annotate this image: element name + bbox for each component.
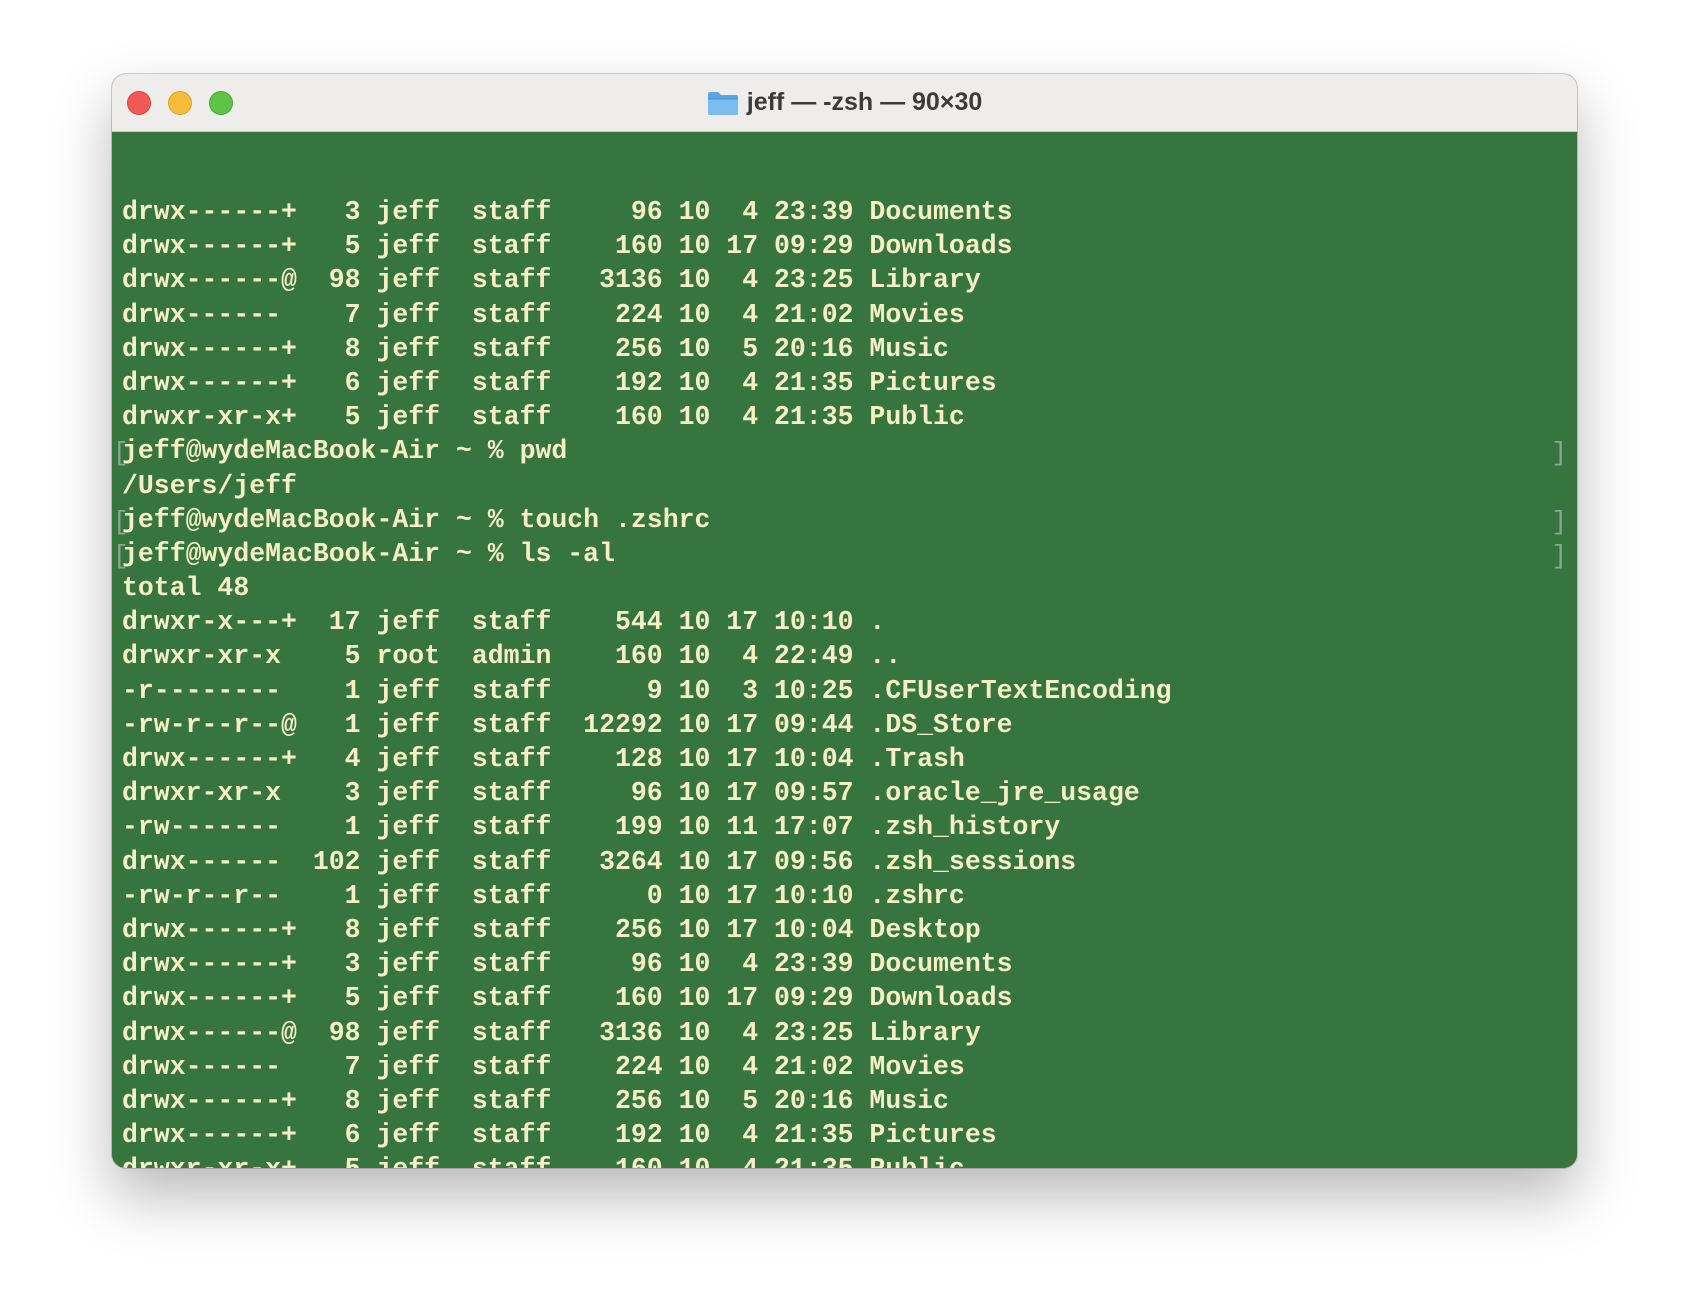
line-text: drwxr-xr-x 5 root admin 160 10 4 22:49 .… [122, 641, 902, 672]
line-text: jeff@wydeMacBook-Air ~ % touch .zshrc [122, 504, 711, 535]
prompt-line: [] jeff@wydeMacBook-Air ~ % ls -al [113, 537, 1577, 571]
window-title: jeff — -zsh — 90×30 [112, 74, 1577, 131]
line-text: drwx------+ 3 jeff staff 96 10 4 23:39 D… [122, 197, 1013, 227]
output-line: drwx------@ 98 jeff staff 3136 10 4 23:2… [122, 1016, 1577, 1050]
prompt-line: [] jeff@wydeMacBook-Air ~ % pwd [113, 434, 1577, 469]
line-text: drwx------@ 98 jeff staff 3136 10 4 23:2… [122, 265, 981, 296]
line-text: -rw------- 1 jeff staff 199 10 11 17:07 … [122, 812, 1061, 843]
output-line: /Users/jeff [122, 469, 1577, 503]
line-text: -rw-r--r--@ 1 jeff staff 12292 10 17 09:… [122, 709, 1013, 740]
terminal-window: jeff — -zsh — 90×30 drwx------+ 3 jeff s… [112, 74, 1577, 1168]
output-line: drwxr-x---+ 17 jeff staff 544 10 17 10:1… [122, 605, 1577, 639]
line-text: drwx------+ 6 jeff staff 192 10 4 21:35 … [122, 1120, 997, 1151]
prompt-line: [] jeff@wydeMacBook-Air ~ % touch .zshrc [113, 503, 1577, 537]
line-text: drwx------ 102 jeff staff 3264 10 17 09:… [122, 846, 1077, 877]
line-text: drwx------+ 8 jeff staff 256 10 5 20:16 … [122, 1085, 949, 1116]
output-line: drwx------ 7 jeff staff 224 10 4 21:02 M… [122, 298, 1577, 332]
line-text: jeff@wydeMacBook-Air ~ % ls -al [122, 538, 615, 569]
prompt-mark-right: ] [1551, 438, 1567, 469]
output-line: drwx------+ 8 jeff staff 256 10 17 10:04… [122, 913, 1577, 947]
window-title-text: jeff — -zsh — 90×30 [746, 88, 983, 116]
line-text: drwx------+ 8 jeff staff 256 10 5 20:16 … [122, 333, 949, 364]
output-line: drwx------+ 8 jeff staff 256 10 5 20:16 … [122, 332, 1577, 366]
prompt-mark-right: ] [1551, 506, 1567, 537]
prompt-mark-left: [ [113, 506, 129, 537]
line-text: drwx------+ 5 jeff staff 160 10 17 09:29… [122, 983, 1013, 1014]
line-text: drwx------@ 98 jeff staff 3136 10 4 23:2… [122, 1017, 981, 1048]
folder-icon [707, 90, 739, 116]
output-line: drwx------+ 6 jeff staff 192 10 4 21:35 … [122, 1118, 1577, 1152]
line-text: /Users/jeff [122, 470, 297, 501]
output-line: drwxr-xr-x+ 5 jeff staff 160 10 4 21:35 … [122, 400, 1577, 434]
line-text: drwx------+ 6 jeff staff 192 10 4 21:35 … [122, 367, 997, 398]
title-bar[interactable]: jeff — -zsh — 90×30 [112, 74, 1577, 132]
output-line: drwx------+ 5 jeff staff 160 10 17 09:29… [122, 229, 1577, 263]
output-line: drwx------+ 3 jeff staff 96 10 4 23:39 D… [122, 947, 1577, 981]
line-text: drwxr-xr-x 3 jeff staff 96 10 17 09:57 .… [122, 778, 1140, 809]
line-text: drwx------ 7 jeff staff 224 10 4 21:02 M… [122, 1051, 965, 1082]
output-line: -rw------- 1 jeff staff 199 10 11 17:07 … [122, 810, 1577, 844]
line-text: drwxr-xr-x+ 5 jeff staff 160 10 4 21:35 … [122, 402, 965, 433]
line-text: jeff@wydeMacBook-Air ~ % pwd [122, 436, 568, 467]
prompt-mark-left: [ [113, 438, 129, 469]
line-text: drwx------+ 5 jeff staff 160 10 17 09:29… [122, 231, 1013, 262]
line-text: -r-------- 1 jeff staff 9 10 3 10:25 .CF… [122, 675, 1172, 706]
line-text: drwxr-xr-x+ 5 jeff staff 160 10 4 21:35 … [122, 1154, 965, 1168]
output-line: drwxr-xr-x 3 jeff staff 96 10 17 09:57 .… [122, 776, 1577, 810]
output-line: total 48 [122, 571, 1577, 605]
output-line: drwx------+ 3 jeff staff 96 10 4 23:39 D… [122, 195, 1577, 229]
output-line: drwxr-xr-x 5 root admin 160 10 4 22:49 .… [122, 639, 1577, 673]
output-line: -r-------- 1 jeff staff 9 10 3 10:25 .CF… [122, 674, 1577, 708]
line-text: -rw-r--r-- 1 jeff staff 0 10 17 10:10 .z… [122, 880, 965, 911]
output-line: drwx------+ 6 jeff staff 192 10 4 21:35 … [122, 366, 1577, 400]
prompt-mark-left: [ [113, 540, 129, 571]
line-text: total 48 [122, 573, 250, 604]
output-line: -rw-r--r-- 1 jeff staff 0 10 17 10:10 .z… [122, 879, 1577, 913]
line-text: drwx------+ 3 jeff staff 96 10 4 23:39 D… [122, 949, 1013, 980]
prompt-mark-right: ] [1551, 540, 1567, 571]
output-line: drwx------@ 98 jeff staff 3136 10 4 23:2… [122, 263, 1577, 297]
line-text: drwxr-x---+ 17 jeff staff 544 10 17 10:1… [122, 607, 886, 638]
terminal-output[interactable]: drwx------+ 3 jeff staff 96 10 4 23:39 D… [112, 132, 1577, 1168]
line-text: drwx------ 7 jeff staff 224 10 4 21:02 M… [122, 299, 965, 330]
output-line: -rw-r--r--@ 1 jeff staff 12292 10 17 09:… [122, 708, 1577, 742]
output-line: drwx------ 102 jeff staff 3264 10 17 09:… [122, 845, 1577, 879]
line-text: drwx------+ 4 jeff staff 128 10 17 10:04… [122, 744, 965, 774]
output-line: drwx------+ 8 jeff staff 256 10 5 20:16 … [122, 1084, 1577, 1118]
output-line: drwx------+ 5 jeff staff 160 10 17 09:29… [122, 981, 1577, 1015]
output-line: drwx------ 7 jeff staff 224 10 4 21:02 M… [122, 1050, 1577, 1084]
output-line: drwx------+ 4 jeff staff 128 10 17 10:04… [122, 742, 1577, 776]
output-line: drwxr-xr-x+ 5 jeff staff 160 10 4 21:35 … [122, 1152, 1577, 1168]
line-text: drwx------+ 8 jeff staff 256 10 17 10:04… [122, 914, 981, 945]
